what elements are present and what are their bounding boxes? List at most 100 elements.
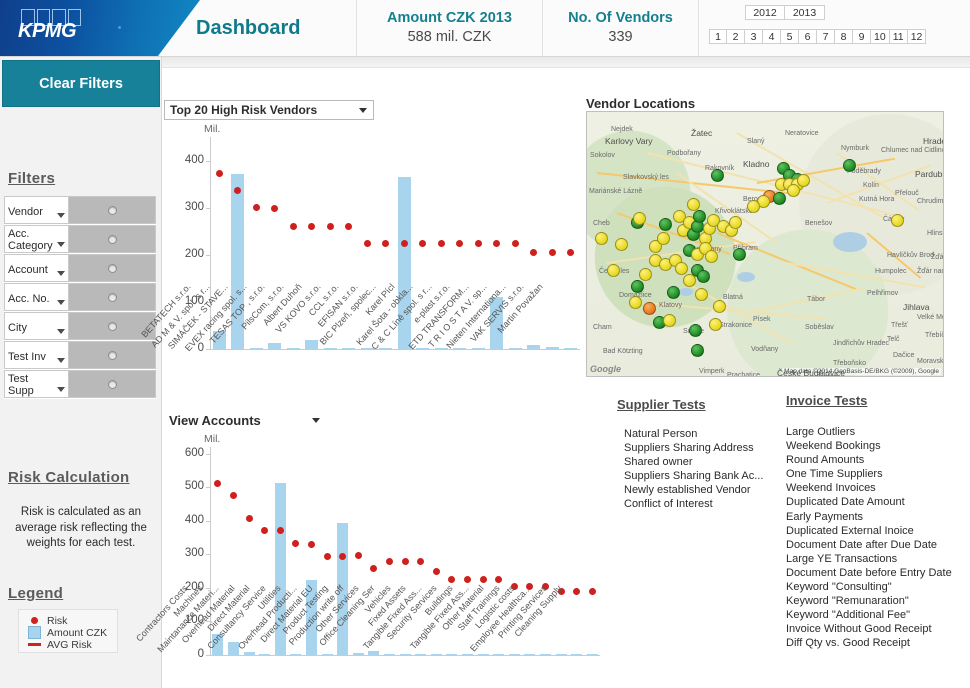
chart-risk-point[interactable]	[214, 479, 222, 487]
chart-risk-point[interactable]	[215, 169, 223, 177]
map-vendor-marker[interactable]	[615, 238, 628, 251]
chart-risk-point[interactable]	[479, 576, 487, 584]
month-button-11[interactable]: 11	[889, 29, 908, 44]
chart-risk-point[interactable]	[437, 239, 445, 247]
chart-bar[interactable]	[555, 654, 567, 655]
radio-icon[interactable]	[107, 263, 117, 273]
chart-risk-point[interactable]	[417, 558, 425, 566]
clear-filters-button[interactable]: Clear Filters	[2, 60, 160, 107]
month-button-9[interactable]: 9	[853, 29, 871, 44]
supplier-test-item[interactable]: Suppliers Sharing Bank Ac...	[624, 469, 763, 483]
filter-dropdown-acc-category[interactable]: Acc. Category	[4, 225, 69, 253]
invoice-test-item[interactable]: Document Date before Entry Date	[786, 566, 952, 580]
map-vendor-marker[interactable]	[733, 248, 746, 261]
map-vendor-marker[interactable]	[705, 250, 718, 263]
filter-dropdown-vendor[interactable]: Vendor	[4, 196, 69, 224]
supplier-test-item[interactable]: Shared owner	[624, 455, 763, 469]
chart-risk-point[interactable]	[400, 239, 408, 247]
chart-bar[interactable]	[508, 654, 520, 655]
radio-icon[interactable]	[107, 234, 117, 244]
chart-risk-point[interactable]	[345, 223, 353, 230]
chart-risk-point[interactable]	[252, 204, 260, 212]
month-button-4[interactable]: 4	[763, 29, 781, 44]
invoice-test-item[interactable]: Weekend Bookings	[786, 439, 952, 453]
invoice-test-item[interactable]: Duplicated External Inoice	[786, 524, 952, 538]
view-accounts-chart-selector[interactable]: View Accounts	[164, 410, 320, 430]
map-vendor-marker[interactable]	[667, 286, 680, 299]
filter-dropdown-account[interactable]: Account	[4, 254, 69, 282]
chart-risk-point[interactable]	[432, 568, 440, 576]
chart-risk-point[interactable]	[308, 223, 316, 230]
chart-risk-point[interactable]	[339, 552, 347, 560]
chart-bar[interactable]	[508, 348, 522, 349]
map-vendor-marker[interactable]	[709, 318, 722, 331]
radio-icon[interactable]	[107, 205, 117, 215]
chart-bar[interactable]	[564, 348, 578, 349]
map-vendor-marker[interactable]	[639, 268, 652, 281]
chart-risk-point[interactable]	[261, 527, 269, 535]
chart-risk-point[interactable]	[289, 223, 297, 230]
chart-risk-point[interactable]	[323, 552, 331, 560]
chart-risk-point[interactable]	[385, 558, 393, 566]
chart-risk-point[interactable]	[511, 239, 519, 247]
chart-risk-point[interactable]	[370, 564, 378, 572]
filter-dropdown-test-inv[interactable]: Test Inv	[4, 341, 69, 369]
filter-toggle[interactable]	[69, 370, 156, 398]
filter-dropdown-acc-no[interactable]: Acc. No.	[4, 283, 69, 311]
invoice-test-item[interactable]: Document Date after Due Date	[786, 538, 952, 552]
chart-risk-point[interactable]	[463, 576, 471, 584]
filter-toggle[interactable]	[69, 283, 156, 311]
year-button-2012[interactable]: 2012	[745, 5, 785, 20]
map-vendor-marker[interactable]	[891, 214, 904, 227]
invoice-test-item[interactable]: Diff Qty vs. Good Receipt	[786, 636, 952, 650]
filter-toggle[interactable]	[69, 254, 156, 282]
chart-risk-point[interactable]	[588, 587, 596, 595]
invoice-test-item[interactable]: Large YE Transactions	[786, 552, 952, 566]
map-vendor-marker[interactable]	[659, 218, 672, 231]
map-vendor-marker[interactable]	[607, 264, 620, 277]
radio-icon[interactable]	[107, 321, 117, 331]
chart-risk-point[interactable]	[530, 248, 538, 256]
month-button-3[interactable]: 3	[745, 29, 763, 44]
map-vendor-marker[interactable]	[631, 280, 644, 293]
map-vendor-marker[interactable]	[797, 174, 810, 187]
month-button-5[interactable]: 5	[781, 29, 799, 44]
filter-dropdown-city[interactable]: City	[4, 312, 69, 340]
chart-risk-point[interactable]	[401, 558, 409, 566]
supplier-test-item[interactable]: Natural Person	[624, 427, 763, 441]
chart-bar[interactable]	[539, 654, 551, 655]
invoice-test-item[interactable]: Round Amounts	[786, 453, 952, 467]
map-vendor-marker[interactable]	[675, 262, 688, 275]
invoice-test-item[interactable]: Weekend Invoices	[786, 481, 952, 495]
invoice-test-item[interactable]: Keyword "Remunaration"	[786, 594, 952, 608]
map-vendor-marker[interactable]	[787, 184, 800, 197]
map-vendor-marker[interactable]	[691, 344, 704, 357]
map-vendor-marker[interactable]	[713, 300, 726, 313]
chart-risk-point[interactable]	[448, 576, 456, 584]
month-button-12[interactable]: 12	[907, 29, 927, 44]
map-vendor-marker[interactable]	[773, 192, 786, 205]
map-vendor-marker[interactable]	[689, 324, 702, 337]
invoice-test-item[interactable]: Large Outliers	[786, 425, 952, 439]
month-button-6[interactable]: 6	[799, 29, 817, 44]
filter-toggle[interactable]	[69, 196, 156, 224]
chart-risk-point[interactable]	[382, 239, 390, 247]
invoice-test-item[interactable]: Keyword "Additional Fee"	[786, 608, 952, 622]
chart-risk-point[interactable]	[354, 552, 362, 560]
supplier-test-item[interactable]: Suppliers Sharing Address	[624, 441, 763, 455]
chart-bar[interactable]	[524, 654, 536, 655]
invoice-test-item[interactable]: Early Payments	[786, 510, 952, 524]
map-vendor-marker[interactable]	[595, 232, 608, 245]
filter-dropdown-test-supp[interactable]: Test Supp	[4, 370, 69, 398]
chart-risk-point[interactable]	[271, 204, 279, 212]
map-vendor-marker[interactable]	[711, 169, 724, 182]
supplier-test-item[interactable]: Conflict of Interest	[624, 497, 763, 511]
map-vendor-marker[interactable]	[663, 314, 676, 327]
invoice-test-item[interactable]: Keyword "Consulting"	[786, 580, 952, 594]
chart-risk-point[interactable]	[548, 248, 556, 256]
chart-bar[interactable]	[545, 346, 559, 349]
month-button-8[interactable]: 8	[835, 29, 853, 44]
filter-toggle[interactable]	[69, 225, 156, 253]
map-vendor-marker[interactable]	[683, 274, 696, 287]
invoice-test-item[interactable]: Invoice Without Good Receipt	[786, 622, 952, 636]
